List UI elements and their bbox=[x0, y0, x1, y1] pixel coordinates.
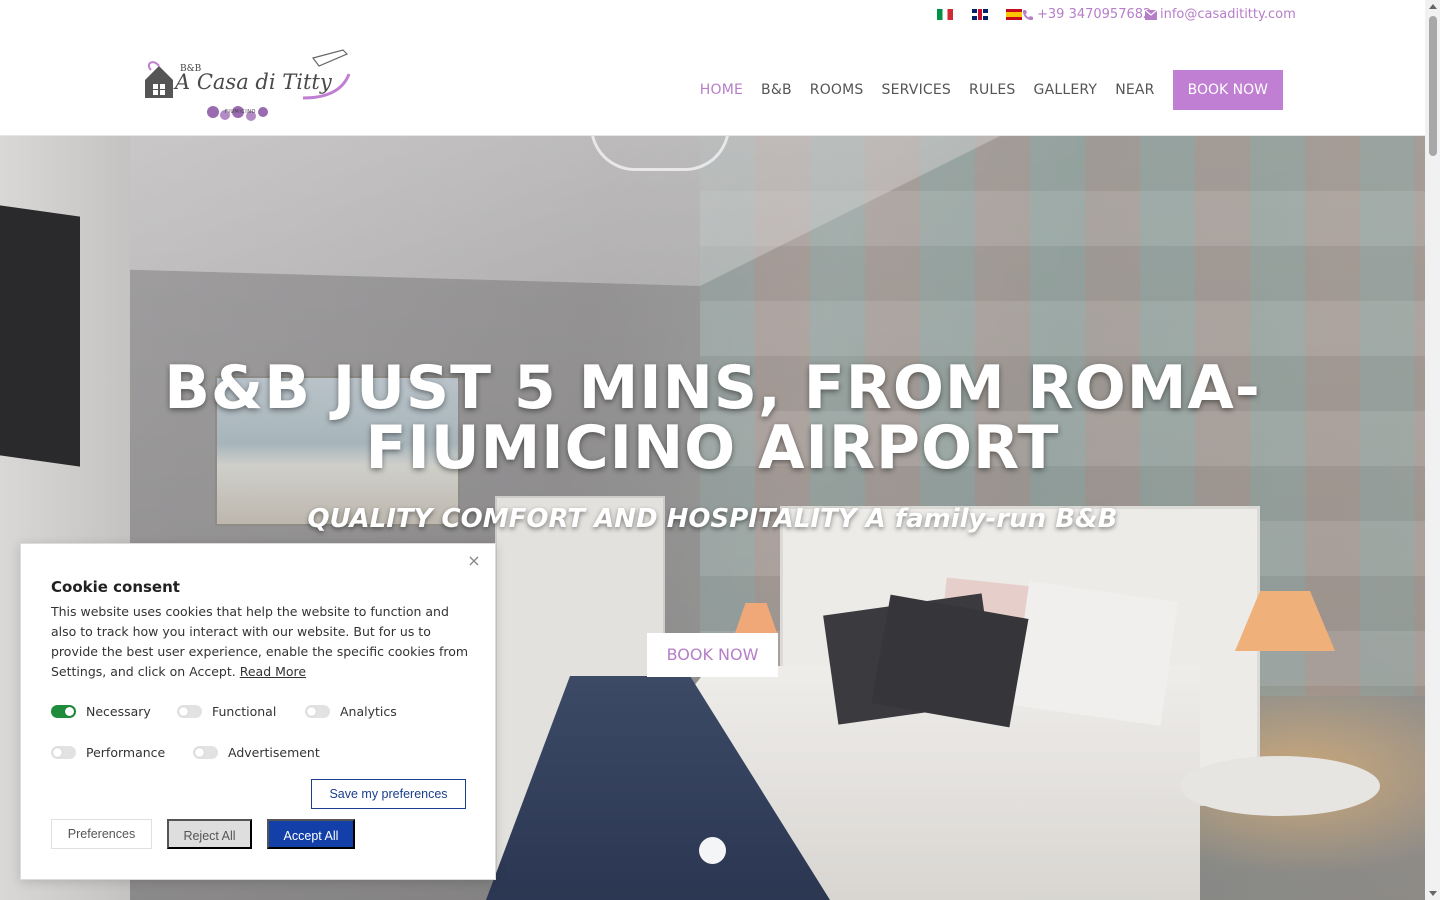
slider-dot[interactable] bbox=[699, 837, 726, 864]
email-address: info@casadititty.com bbox=[1160, 7, 1296, 22]
toggle-analytics[interactable]: Analytics bbox=[305, 704, 397, 719]
es-flag-icon[interactable] bbox=[1006, 9, 1022, 20]
top-bar: +39 3470957682 info@casadititty.com bbox=[0, 0, 1425, 30]
hero-side-table-image bbox=[1180, 756, 1380, 816]
reject-all-button[interactable]: Reject All bbox=[167, 819, 252, 849]
toggle-label: Advertisement bbox=[228, 745, 320, 760]
toggle-label: Functional bbox=[212, 704, 277, 719]
cookie-description: This website uses cookies that help the … bbox=[51, 602, 469, 682]
phone-icon bbox=[1022, 9, 1034, 21]
accept-all-button[interactable]: Accept All bbox=[267, 819, 355, 849]
nav-rules[interactable]: RULES bbox=[969, 70, 1016, 110]
nav-gallery[interactable]: GALLERY bbox=[1034, 70, 1098, 110]
toggle-switch[interactable] bbox=[305, 705, 330, 718]
nav-near[interactable]: NEAR bbox=[1115, 70, 1154, 110]
hero-title: B&B JUST 5 MINS, FROM ROMA-FIUMICINO AIR… bbox=[164, 353, 1261, 483]
nav-book-now-button[interactable]: BOOK NOW bbox=[1172, 70, 1283, 110]
toggle-switch[interactable] bbox=[51, 746, 76, 759]
close-icon[interactable]: × bbox=[467, 553, 481, 569]
toggle-switch[interactable] bbox=[51, 705, 76, 718]
email-link[interactable]: info@casadititty.com bbox=[1145, 7, 1296, 22]
page-scrollbar[interactable] bbox=[1425, 0, 1440, 900]
nav-bb[interactable]: B&B bbox=[761, 70, 792, 110]
toggle-switch[interactable] bbox=[193, 746, 218, 759]
logo-subtitle: FIUMICINO bbox=[225, 109, 256, 115]
hero-pillow-image bbox=[1012, 581, 1178, 726]
mail-icon bbox=[1145, 9, 1157, 20]
toggle-performance[interactable]: Performance bbox=[51, 745, 165, 760]
hero-subtitle: QUALITY COMFORT AND HOSPITALITY A family… bbox=[307, 504, 1118, 534]
phone-link[interactable]: +39 3470957682 bbox=[1022, 7, 1151, 22]
save-preferences-button[interactable]: Save my preferences bbox=[311, 779, 466, 809]
toggle-label: Performance bbox=[86, 745, 166, 760]
site-logo[interactable]: B&B A Casa di Titty FIUMICINO bbox=[143, 40, 355, 126]
toggle-functional[interactable]: Functional bbox=[177, 704, 276, 719]
toggle-advertisement[interactable]: Advertisement bbox=[193, 745, 320, 760]
toggle-necessary[interactable]: Necessary bbox=[51, 704, 151, 719]
toggle-label: Analytics bbox=[340, 704, 397, 719]
toggle-label: Necessary bbox=[86, 704, 151, 719]
it-flag-icon[interactable] bbox=[937, 9, 953, 20]
phone-number: +39 3470957682 bbox=[1037, 7, 1152, 22]
scroll-up-arrow-icon[interactable] bbox=[1429, 4, 1437, 9]
toggle-switch[interactable] bbox=[177, 705, 202, 718]
nav-services[interactable]: SERVICES bbox=[882, 70, 952, 110]
uk-flag-icon[interactable] bbox=[972, 9, 988, 20]
preferences-button[interactable]: Preferences bbox=[51, 819, 152, 849]
nav-home[interactable]: HOME bbox=[700, 70, 743, 110]
nav-rooms[interactable]: ROOMS bbox=[810, 70, 864, 110]
hero-book-now-button[interactable]: BOOK NOW bbox=[647, 633, 778, 677]
site-header: B&B A Casa di Titty FIUMICINO HOME B&B R… bbox=[0, 30, 1425, 136]
scrollbar-thumb[interactable] bbox=[1429, 16, 1437, 156]
scroll-down-arrow-icon[interactable] bbox=[1429, 891, 1437, 896]
cookie-consent-dialog: × Cookie consent This website uses cooki… bbox=[20, 543, 496, 880]
cookie-title: Cookie consent bbox=[51, 578, 180, 596]
main-nav: HOME B&B ROOMS SERVICES RULES GALLERY NE… bbox=[682, 70, 1283, 110]
logo-name: A Casa di Titty bbox=[175, 70, 332, 94]
read-more-link[interactable]: Read More bbox=[240, 664, 306, 679]
